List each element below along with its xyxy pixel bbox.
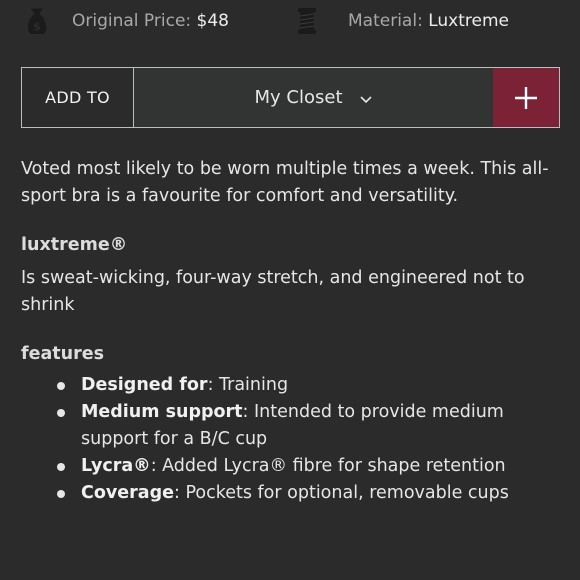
price-value: $48 [196, 11, 229, 31]
closet-dropdown-value: My Closet [254, 87, 343, 108]
list-item: Medium support: Intended to provide medi… [21, 399, 556, 453]
add-to-closet-bar: ADD TO My Closet [21, 67, 560, 128]
listing-details: $ Original Price: $48 Material: Luxtreme… [0, 0, 580, 580]
material-value: Luxtreme [428, 11, 509, 31]
fabric-text: Is sweat-wicking, four-way stretch, and … [21, 268, 525, 315]
closet-dropdown[interactable]: My Closet [134, 68, 493, 127]
price-label: Original Price: [72, 11, 192, 31]
money-bag-icon: $ [22, 6, 52, 36]
description-text: Voted most likely to be worn multiple ti… [21, 159, 549, 206]
features-heading: features [21, 344, 105, 364]
feature-text: : Training [207, 375, 289, 395]
features-list: Designed for: Training Medium support: I… [21, 372, 556, 507]
feature-text: : Pockets for optional, removable cups [173, 483, 509, 503]
material-label: Material: [348, 11, 423, 31]
attribute-row: $ Original Price: $48 Material: Luxtreme [0, 0, 580, 44]
list-item: Lycra®: Added Lycra® fibre for shape ret… [21, 453, 556, 480]
chevron-down-icon [359, 91, 373, 105]
plus-icon [515, 86, 537, 109]
feature-title: Lycra® [81, 456, 151, 476]
feature-title: Designed for [81, 375, 208, 395]
thread-spool-icon [296, 6, 326, 36]
material: Material: Luxtreme [296, 6, 509, 36]
list-item: Designed for: Training [21, 372, 556, 399]
feature-title: Coverage [81, 483, 174, 503]
list-item: Coverage: Pockets for optional, removabl… [21, 480, 556, 507]
fabric-heading: luxtreme® [21, 235, 128, 255]
original-price: $ Original Price: $48 [22, 6, 229, 36]
add-button[interactable] [493, 68, 559, 127]
feature-text: : Added Lycra® fibre for shape retention [150, 456, 506, 476]
feature-title: Medium support [81, 402, 243, 422]
add-to-label: ADD TO [22, 68, 134, 127]
svg-text:$: $ [33, 20, 41, 33]
